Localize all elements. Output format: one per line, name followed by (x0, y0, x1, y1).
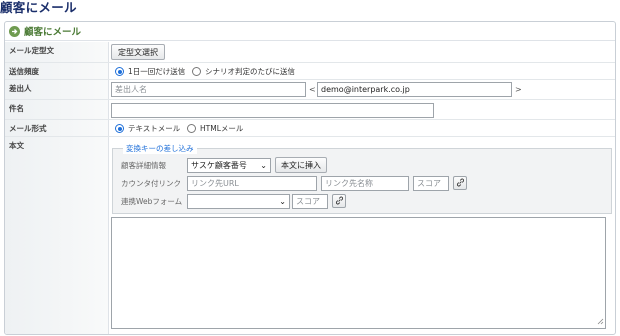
link-url-input[interactable]: リンク先URL (187, 176, 317, 191)
page-title: 顧客にメール (0, 0, 77, 15)
link-name-input[interactable]: リンク先名称 (321, 176, 409, 191)
panel-title: 顧客にメール (24, 27, 82, 38)
link-score-input[interactable]: スコア (413, 176, 449, 191)
row-format: メール形式 テキストメール HTMLメール (5, 120, 615, 137)
counter-link-label: カウンタ付リンク (121, 179, 181, 188)
close-bracket: > (515, 85, 522, 94)
link-icon (335, 196, 344, 207)
frequency-once-label: 1日一回だけ送信 (128, 67, 186, 76)
frequency-each-label: シナリオ判定のたびに送信 (205, 67, 295, 76)
link-icon (456, 178, 465, 189)
row-template: メール定型文 定型文選択 (5, 42, 615, 63)
frequency-once-radio[interactable] (115, 67, 124, 76)
resize-grip-icon[interactable] (597, 318, 604, 327)
open-bracket: < (309, 85, 316, 94)
variable-insert-group: 変換キーの差し込み 顧客詳細情報 サスケ顧客番号 ⌄ 本文に挿入 カウンタ付リン… (112, 143, 612, 214)
sender-email-input[interactable]: demo@interpark.co.jp (317, 82, 512, 97)
arrow-right-circle-icon (9, 25, 20, 37)
counter-link-insert-button[interactable] (453, 176, 467, 190)
webform-score-input[interactable]: スコア (292, 194, 328, 209)
subject-input[interactable] (111, 103, 434, 118)
sender-name-input[interactable]: 差出人名 (111, 82, 306, 97)
format-text-label: テキストメール (128, 124, 181, 133)
format-html-label: HTMLメール (200, 124, 244, 133)
template-label: メール定型文 (9, 46, 54, 55)
insert-into-body-button[interactable]: 本文に挿入 (275, 157, 327, 173)
chevron-down-icon: ⌄ (260, 161, 267, 170)
sender-label: 差出人 (9, 84, 32, 93)
email-panel: 顧客にメール メール定型文 定型文選択 送信頻度 1日一回だけ送信 シナリオ判定… (4, 21, 616, 335)
customer-field-value: サスケ顧客番号 (191, 161, 247, 170)
row-sender: 差出人 差出人名 < demo@interpark.co.jp > (5, 80, 615, 100)
frequency-label: 送信頻度 (9, 67, 39, 76)
format-text-radio[interactable] (115, 124, 124, 133)
body-label: 本文 (9, 141, 24, 150)
body-textarea[interactable] (111, 217, 606, 329)
variable-insert-legend: 変換キーの差し込み (123, 143, 197, 154)
webform-label: 連携Webフォーム (121, 197, 183, 206)
row-subject: 件名 (5, 100, 615, 120)
customer-detail-label: 顧客詳細情報 (121, 161, 166, 170)
chevron-down-icon: ⌄ (279, 197, 286, 206)
frequency-each-radio[interactable] (192, 67, 201, 76)
webform-link-insert-button[interactable] (332, 194, 346, 208)
panel-header: 顧客にメール (5, 22, 615, 41)
webform-select[interactable]: ⌄ (187, 194, 290, 209)
format-label: メール形式 (9, 124, 47, 133)
format-html-radio[interactable] (187, 124, 196, 133)
customer-field-select[interactable]: サスケ顧客番号 ⌄ (187, 158, 271, 173)
template-select-button[interactable]: 定型文選択 (111, 44, 165, 60)
row-frequency: 送信頻度 1日一回だけ送信 シナリオ判定のたびに送信 (5, 63, 615, 80)
subject-label: 件名 (9, 104, 24, 113)
